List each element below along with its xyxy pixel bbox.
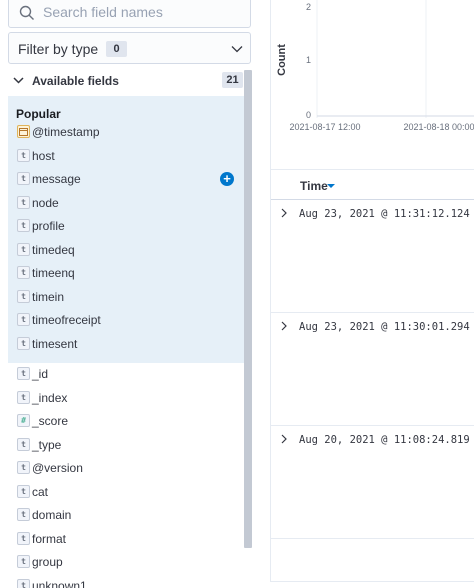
string-type-icon: t — [17, 336, 30, 350]
search-field-names-input[interactable] — [43, 1, 243, 23]
field-name: domain — [32, 508, 72, 522]
field-item[interactable]: t _type — [8, 434, 244, 456]
field-name: @timestamp — [32, 125, 100, 139]
field-name: timeofreceipt — [32, 313, 101, 327]
field-name: group — [32, 555, 63, 569]
field-name: timein — [32, 289, 65, 304]
field-item[interactable]: t timeofreceipt — [8, 309, 244, 331]
string-type-icon: t — [17, 289, 30, 303]
field-sidebar: Filter by type 0 Available fields 21 Pop… — [0, 0, 258, 588]
field-item[interactable]: t profile — [8, 215, 244, 237]
field-item[interactable]: @timestamp — [8, 121, 244, 143]
string-type-icon: t — [17, 390, 30, 404]
string-type-icon: t — [17, 508, 30, 521]
x-tick-label: 2021-08-17 12:00 — [289, 122, 360, 132]
field-item[interactable]: t host — [8, 145, 244, 167]
number-type-icon: # — [17, 414, 30, 427]
popular-fields-title: Popular — [16, 107, 61, 121]
search-icon — [19, 5, 34, 20]
string-type-icon: t — [17, 266, 30, 279]
string-type-icon: t — [17, 461, 30, 474]
chevron-right-icon[interactable] — [278, 207, 290, 219]
string-type-icon: t — [17, 578, 30, 588]
search-field-box[interactable] — [8, 0, 251, 28]
filter-count-badge: 0 — [106, 41, 127, 57]
x-tick-label: 2021-08-18 00:00 — [403, 122, 474, 132]
add-field-button[interactable]: + — [220, 172, 234, 186]
field-item[interactable]: t timein — [8, 286, 244, 308]
time-column-sort-button[interactable]: Time — [300, 179, 328, 193]
document-row: Aug 20, 2021 @ 11:08:24.819 — [271, 426, 474, 539]
time-column-header: Time — [271, 170, 474, 200]
discover-main: Count 2 1 0 2021-08-17 12:00 2021-08-18 … — [258, 0, 474, 588]
chevron-down-icon — [13, 77, 24, 84]
field-item[interactable]: t domain — [8, 504, 244, 526]
field-item[interactable]: t timeenq — [8, 262, 244, 284]
field-item[interactable]: t node — [8, 192, 244, 214]
string-type-icon: t — [17, 242, 30, 256]
document-timestamp: Aug 23, 2021 @ 11:31:12.124 — [299, 208, 470, 220]
histogram-panel: Count 2 1 0 2021-08-17 12:00 2021-08-18 … — [270, 0, 474, 170]
field-name: node — [32, 195, 59, 210]
field-name: timedeq — [32, 242, 75, 257]
field-name: _index — [32, 390, 68, 405]
field-name: cat — [32, 484, 49, 499]
chevron-right-icon[interactable] — [278, 433, 290, 445]
available-fields-toggle[interactable]: Available fields 21 — [8, 68, 244, 94]
document-timestamp: Aug 23, 2021 @ 11:30:01.294 — [299, 321, 470, 333]
field-item[interactable]: t format — [8, 528, 244, 550]
string-type-icon: t — [17, 195, 30, 209]
document-row: Aug 23, 2021 @ 11:30:01.294 — [271, 313, 474, 426]
available-fields-title: Available fields — [32, 74, 119, 88]
field-item[interactable]: t unknown1 — [8, 575, 244, 588]
filter-by-type-label: Filter by type — [18, 41, 99, 57]
y-tick-label: 0 — [306, 110, 311, 120]
field-name: unknown1 — [32, 578, 87, 588]
field-name: _score — [32, 414, 69, 428]
field-name: message — [32, 172, 81, 186]
string-type-icon: t — [17, 313, 30, 326]
sort-descending-icon[interactable] — [327, 184, 335, 188]
field-name: timeenq — [32, 266, 75, 280]
field-name: timesent — [32, 336, 78, 351]
field-name: _id — [32, 367, 49, 381]
document-timestamp: Aug 20, 2021 @ 11:08:24.819 — [299, 434, 470, 446]
string-type-icon: t — [17, 219, 30, 232]
field-item[interactable]: t timedeq — [8, 239, 244, 261]
field-item[interactable]: t _id — [8, 363, 244, 385]
field-item[interactable]: t _index — [8, 387, 244, 409]
string-type-icon: t — [17, 531, 30, 545]
field-name: _type — [32, 437, 62, 452]
string-type-icon: t — [17, 555, 30, 568]
calendar-icon — [17, 125, 30, 138]
field-name: profile — [32, 219, 65, 233]
string-type-icon: t — [17, 484, 30, 498]
field-item[interactable]: t group — [8, 551, 244, 573]
filter-by-type-button[interactable]: Filter by type 0 — [8, 32, 251, 64]
chevron-right-icon[interactable] — [278, 320, 290, 332]
field-item[interactable]: t message + — [8, 168, 244, 190]
histogram-chart: Count 2 1 0 2021-08-17 12:00 2021-08-18 … — [276, 0, 474, 132]
y-tick-label: 2 — [306, 2, 311, 12]
field-list-scrollbar-thumb[interactable] — [244, 70, 252, 548]
field-name: @version — [32, 461, 83, 475]
y-tick-label: 1 — [306, 55, 311, 65]
y-axis-label: Count — [276, 44, 288, 76]
field-item[interactable]: t @version — [8, 457, 244, 479]
field-item[interactable]: # _score — [8, 410, 244, 432]
field-name: format — [32, 531, 67, 546]
chevron-down-icon — [231, 46, 243, 53]
available-fields-count-badge: 21 — [222, 72, 243, 88]
string-type-icon: t — [17, 437, 30, 451]
string-type-icon: t — [17, 172, 30, 185]
field-name: host — [32, 148, 55, 163]
string-type-icon: t — [17, 148, 30, 162]
field-item[interactable]: t cat — [8, 481, 244, 503]
documents-table: Time Aug 23, 2021 @ 11:31:12.124 Aug 23, … — [270, 170, 474, 582]
field-item[interactable]: t timesent — [8, 333, 244, 355]
document-row: Aug 23, 2021 @ 11:31:12.124 — [271, 200, 474, 313]
string-type-icon: t — [17, 367, 30, 380]
